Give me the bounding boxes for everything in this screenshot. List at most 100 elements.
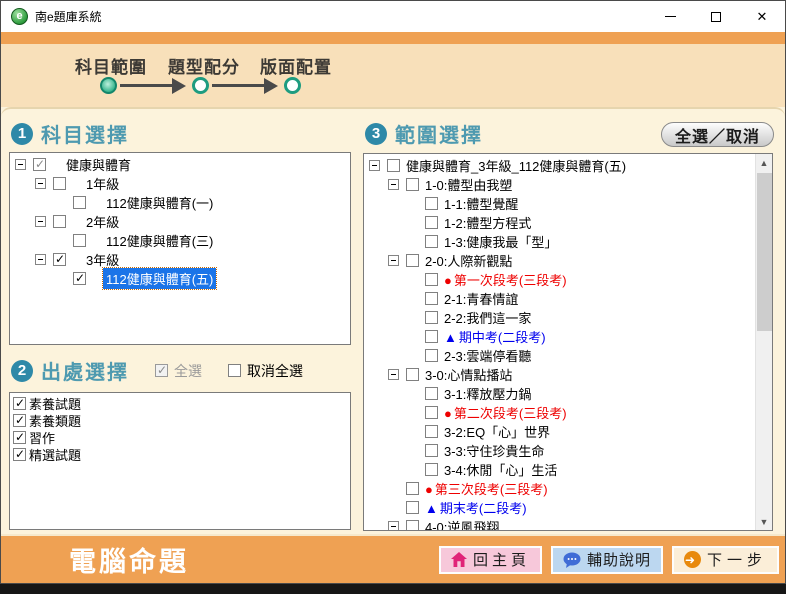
node-checkbox[interactable] <box>425 444 438 457</box>
node-checkbox[interactable] <box>425 273 438 286</box>
tree-node-label[interactable]: 健康與體育_3年級_112健康與體育(五) <box>403 155 629 176</box>
tree-node-label[interactable]: 3-1:釋放壓力鍋 <box>441 383 534 404</box>
node-checkbox[interactable] <box>425 292 438 305</box>
tree-node[interactable]: ●第二次段考(三段考) <box>369 403 772 422</box>
tree-node-label[interactable]: 2年級 <box>83 211 122 232</box>
tree-node[interactable]: ▲期中考(二段考) <box>369 327 772 346</box>
tree-node[interactable]: ●第三次段考(三段考) <box>369 479 772 498</box>
tree-node-label[interactable]: 112健康與體育(五) <box>103 268 216 289</box>
deselect-all-checkbox[interactable]: 取消全選 <box>228 361 303 381</box>
node-checkbox[interactable] <box>425 330 438 343</box>
node-checkbox[interactable] <box>425 463 438 476</box>
tree-node-label[interactable]: 112健康與體育(三) <box>103 230 216 251</box>
tree-node[interactable]: 112健康與體育(三) <box>15 231 350 250</box>
node-checkbox[interactable] <box>53 215 66 228</box>
tree-node-label[interactable]: 1年級 <box>83 173 122 194</box>
step-dot-2[interactable] <box>192 77 209 94</box>
tree-node-label[interactable]: 2-0:人際新觀點 <box>422 250 515 271</box>
collapse-minus-icon[interactable] <box>388 521 399 531</box>
tree-node[interactable]: 1-1:體型覺醒 <box>369 194 772 213</box>
step-dot-1[interactable] <box>100 77 117 94</box>
help-button[interactable]: 輔助說明 <box>551 546 663 574</box>
node-checkbox[interactable] <box>425 349 438 362</box>
tree-node-label[interactable]: 2-1:青春情誼 <box>441 288 521 309</box>
tree-node[interactable]: 健康與體育 <box>15 155 350 174</box>
collapse-minus-icon[interactable] <box>388 369 399 380</box>
node-checkbox[interactable] <box>425 425 438 438</box>
tree-node[interactable]: 3-0:心情點播站 <box>369 365 772 384</box>
tree-node-label[interactable]: 1-0:體型由我塑 <box>422 174 515 195</box>
tree-node[interactable]: 2-1:青春情誼 <box>369 289 772 308</box>
collapse-minus-icon[interactable] <box>388 255 399 266</box>
node-checkbox[interactable] <box>425 311 438 324</box>
minimize-button[interactable] <box>647 1 693 32</box>
next-step-button[interactable]: ➜ 下一步 <box>672 546 779 574</box>
item-checkbox[interactable] <box>13 448 26 461</box>
home-button[interactable]: 回主頁 <box>439 546 542 574</box>
node-checkbox[interactable] <box>73 234 86 247</box>
node-checkbox[interactable] <box>406 482 419 495</box>
node-checkbox[interactable] <box>33 158 46 171</box>
collapse-minus-icon[interactable] <box>15 159 26 170</box>
tree-node[interactable]: ▲期末考(二段考) <box>369 498 772 517</box>
close-button[interactable]: ✕ <box>739 1 785 32</box>
tree-node-label[interactable]: 3年級 <box>83 249 122 270</box>
tree-node[interactable]: 2年級 <box>15 212 350 231</box>
select-toggle-button[interactable]: 全選／取消 <box>661 122 774 147</box>
item-checkbox[interactable] <box>13 431 26 444</box>
tree-node[interactable]: 1-3:健康我最「型」 <box>369 232 772 251</box>
tree-node-label[interactable]: 2-3:雲端停看聽 <box>441 345 534 366</box>
source-list-item[interactable]: 精選試題 <box>10 446 350 463</box>
tree-node[interactable]: 3-1:釋放壓力鍋 <box>369 384 772 403</box>
tree-node[interactable]: 4-0:逆風飛翔 <box>369 517 772 531</box>
node-checkbox[interactable] <box>425 235 438 248</box>
node-checkbox[interactable] <box>406 368 419 381</box>
maximize-button[interactable] <box>693 1 739 32</box>
tree-node[interactable]: 112健康與體育(五) <box>15 269 350 288</box>
item-checkbox[interactable] <box>13 397 26 410</box>
tree-node[interactable]: 2-0:人際新觀點 <box>369 251 772 270</box>
tree-node[interactable]: 1年級 <box>15 174 350 193</box>
source-list-item[interactable]: 習作 <box>10 429 350 446</box>
node-checkbox[interactable] <box>406 520 419 531</box>
node-checkbox[interactable] <box>425 216 438 229</box>
tree-node[interactable]: 1-2:體型方程式 <box>369 213 772 232</box>
tree-node-label[interactable]: 112健康與體育(一) <box>103 192 216 213</box>
item-checkbox[interactable] <box>13 414 26 427</box>
node-checkbox[interactable] <box>73 272 86 285</box>
collapse-minus-icon[interactable] <box>35 178 46 189</box>
tree-node-label[interactable]: 1-2:體型方程式 <box>441 212 534 233</box>
tree-node-label[interactable]: ▲期中考(二段考) <box>441 326 549 347</box>
tree-node[interactable]: ●第一次段考(三段考) <box>369 270 772 289</box>
tree-node-label[interactable]: 3-2:EQ「心」世界 <box>441 421 553 442</box>
tree-node-label[interactable]: 3-3:守住珍貴生命 <box>441 440 547 461</box>
node-checkbox[interactable] <box>425 197 438 210</box>
node-checkbox[interactable] <box>73 196 86 209</box>
scroll-down-icon[interactable]: ▼ <box>756 513 772 530</box>
tree-node[interactable]: 2-3:雲端停看聽 <box>369 346 772 365</box>
node-checkbox[interactable] <box>406 501 419 514</box>
select-all-checkbox[interactable]: 全選 <box>155 361 202 381</box>
tree-node[interactable]: 1-0:體型由我塑 <box>369 175 772 194</box>
tree-node[interactable]: 3年級 <box>15 250 350 269</box>
tree-node-label[interactable]: 健康與體育 <box>63 154 134 175</box>
tree-node-label[interactable]: 3-4:休閒「心」生活 <box>441 459 560 480</box>
node-checkbox[interactable] <box>406 254 419 267</box>
tree-node-label[interactable]: ▲期末考(二段考) <box>422 497 530 518</box>
tree-node[interactable]: 3-3:守住珍貴生命 <box>369 441 772 460</box>
tree-node-label[interactable]: 1-1:體型覺醒 <box>441 193 521 214</box>
node-checkbox[interactable] <box>425 387 438 400</box>
scrollbar-thumb[interactable] <box>757 173 772 331</box>
tree-node-label[interactable]: 1-3:健康我最「型」 <box>441 231 560 252</box>
tree-node[interactable]: 3-4:休閒「心」生活 <box>369 460 772 479</box>
tree-node-label[interactable]: ●第三次段考(三段考) <box>422 478 551 499</box>
tree-node-label[interactable]: 3-0:心情點播站 <box>422 364 515 385</box>
node-checkbox[interactable] <box>406 178 419 191</box>
collapse-minus-icon[interactable] <box>388 179 399 190</box>
node-checkbox[interactable] <box>53 177 66 190</box>
collapse-minus-icon[interactable] <box>35 216 46 227</box>
tree-node[interactable]: 112健康與體育(一) <box>15 193 350 212</box>
collapse-minus-icon[interactable] <box>369 160 380 171</box>
tree-node[interactable]: 2-2:我們這一家 <box>369 308 772 327</box>
tree-node-label[interactable]: 2-2:我們這一家 <box>441 307 534 328</box>
